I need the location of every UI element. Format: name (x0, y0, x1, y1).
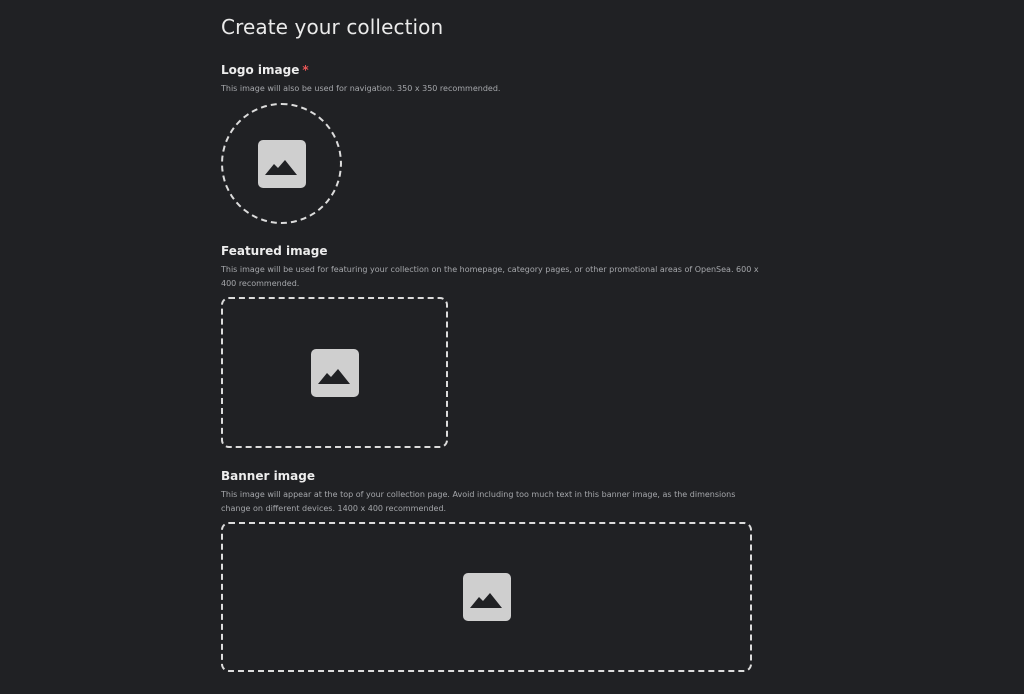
featured-image-label: Featured image (221, 244, 328, 258)
featured-image-description: This image will be used for featuring yo… (221, 265, 759, 288)
featured-image-dropzone[interactable] (221, 297, 448, 448)
image-placeholder-icon (462, 573, 511, 621)
logo-image-label: Logo image * (221, 63, 309, 77)
required-asterisk: * (302, 63, 309, 77)
page-title: Create your collection (221, 15, 444, 39)
logo-image-dropzone[interactable] (221, 103, 342, 224)
image-placeholder-icon (257, 139, 306, 188)
banner-image-dropzone[interactable] (221, 522, 752, 672)
image-placeholder-icon (310, 348, 359, 397)
banner-image-description: This image will appear at the top of you… (221, 490, 736, 513)
logo-image-description: This image will also be used for navigat… (221, 84, 501, 93)
logo-image-label-text: Logo image (221, 63, 300, 77)
featured-image-label-text: Featured image (221, 244, 328, 258)
banner-image-label: Banner image (221, 469, 315, 483)
banner-image-label-text: Banner image (221, 469, 316, 483)
